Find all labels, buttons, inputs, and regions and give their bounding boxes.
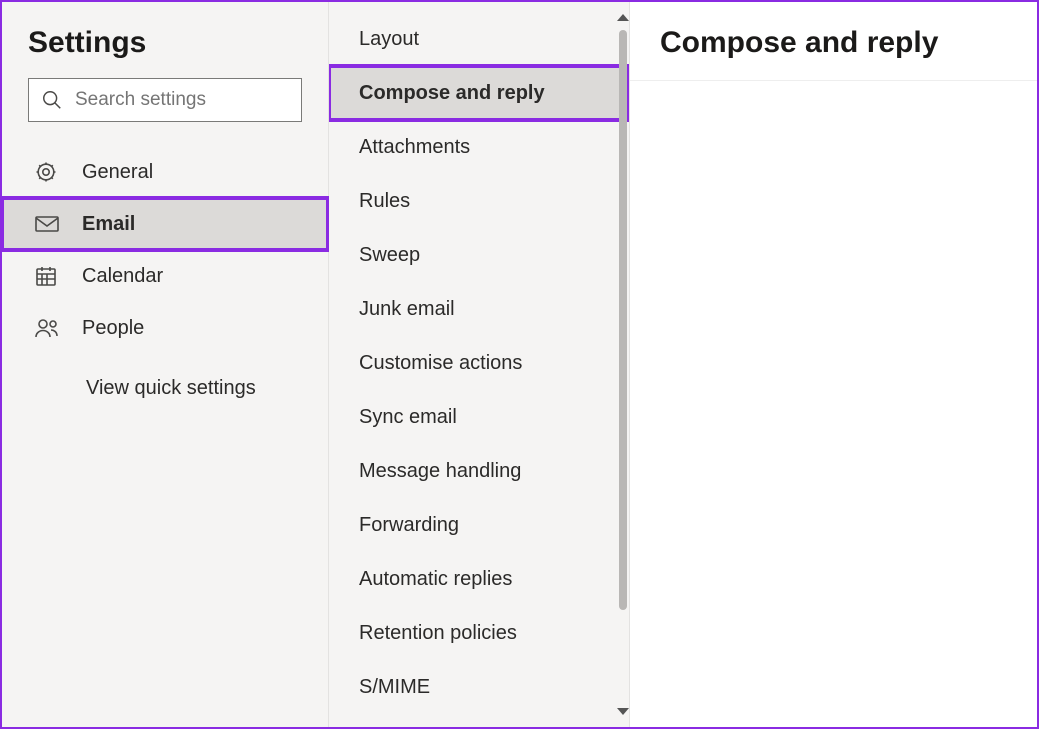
subsetting-label: Attachments — [359, 136, 470, 159]
category-calendar[interactable]: Calendar — [2, 250, 328, 302]
calendar-icon — [34, 264, 58, 288]
scroll-thumb[interactable] — [619, 30, 627, 610]
category-email[interactable]: Email — [2, 198, 328, 250]
subsetting-layout[interactable]: Layout — [329, 12, 629, 66]
subsetting-sweep[interactable]: Sweep — [329, 228, 629, 282]
subsetting-automatic-replies[interactable]: Automatic replies — [329, 552, 629, 606]
search-box[interactable] — [28, 78, 302, 122]
detail-title: Compose and reply — [660, 26, 1007, 60]
category-label: General — [82, 161, 153, 184]
subsetting-label: Rules — [359, 190, 410, 213]
view-quick-settings-link[interactable]: View quick settings — [2, 354, 328, 404]
scrollbar[interactable] — [618, 18, 628, 711]
subsetting-junk-email[interactable]: Junk email — [329, 282, 629, 336]
subsettings-list: Layout Compose and reply Attachments Rul… — [329, 2, 629, 727]
mail-icon — [34, 212, 60, 236]
subsetting-label: Automatic replies — [359, 568, 512, 591]
subsetting-label: Compose and reply — [359, 82, 545, 105]
subsetting-customise-actions[interactable]: Customise actions — [329, 336, 629, 390]
settings-title: Settings — [2, 18, 328, 78]
settings-window: Settings General — [0, 0, 1039, 729]
category-label: People — [82, 317, 144, 340]
gear-icon — [34, 160, 58, 184]
subsetting-label: Junk email — [359, 298, 455, 321]
subsetting-label: Retention policies — [359, 622, 517, 645]
subsetting-label: S/MIME — [359, 676, 430, 699]
subsetting-label: Sync email — [359, 406, 457, 429]
settings-categories-panel: Settings General — [2, 2, 329, 727]
subsetting-label: Layout — [359, 28, 419, 51]
scroll-up-icon[interactable] — [617, 14, 629, 21]
category-label: Email — [82, 213, 135, 236]
subsetting-sync-email[interactable]: Sync email — [329, 390, 629, 444]
subsettings-panel: Layout Compose and reply Attachments Rul… — [329, 2, 630, 727]
search-input[interactable] — [75, 89, 320, 111]
category-label: Calendar — [82, 265, 163, 288]
search-icon — [41, 89, 63, 111]
people-icon — [34, 316, 60, 340]
subsetting-label: Message handling — [359, 460, 521, 483]
subsetting-retention-policies[interactable]: Retention policies — [329, 606, 629, 660]
category-list: General Email — [2, 140, 328, 404]
subsetting-label: Sweep — [359, 244, 420, 267]
scroll-down-icon[interactable] — [617, 708, 629, 715]
subsetting-label: Forwarding — [359, 514, 459, 537]
detail-panel: Compose and reply — [630, 2, 1037, 727]
detail-header: Compose and reply — [630, 2, 1037, 81]
category-general[interactable]: General — [2, 146, 328, 198]
subsetting-label: Customise actions — [359, 352, 522, 375]
subsetting-attachments[interactable]: Attachments — [329, 120, 629, 174]
subsetting-rules[interactable]: Rules — [329, 174, 629, 228]
subsetting-message-handling[interactable]: Message handling — [329, 444, 629, 498]
view-quick-settings-label: View quick settings — [86, 377, 256, 400]
category-people[interactable]: People — [2, 302, 328, 354]
subsetting-smime[interactable]: S/MIME — [329, 660, 629, 714]
subsetting-compose-and-reply[interactable]: Compose and reply — [329, 66, 629, 120]
search-container — [2, 78, 328, 140]
subsetting-forwarding[interactable]: Forwarding — [329, 498, 629, 552]
